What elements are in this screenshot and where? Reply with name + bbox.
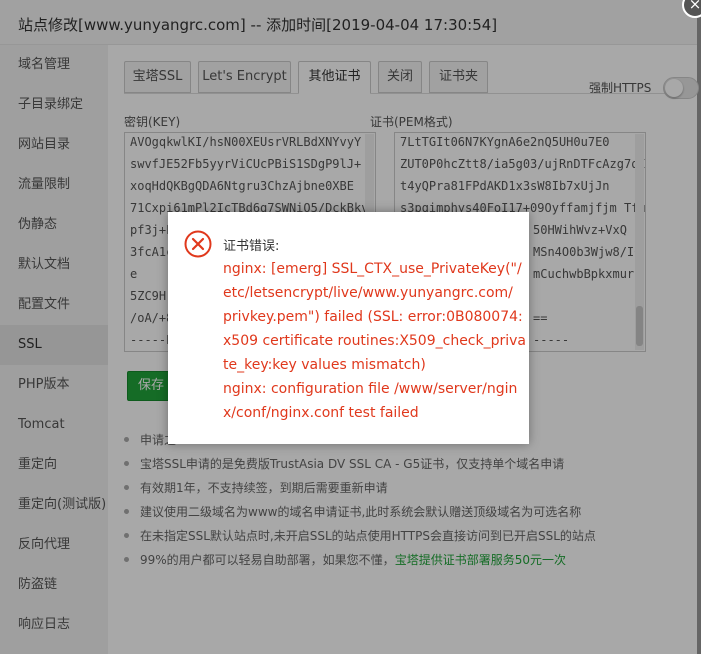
dialog-title: 证书错误: <box>223 239 280 254</box>
certificate-error-dialog: 证书错误: nginx: [emerg] SSL_CTX_use_Private… <box>168 212 529 444</box>
error-message-line: nginx: configuration file /www/server/ng… <box>223 381 518 397</box>
error-message-line: privkey.pem") failed (SSL: error:0B08007… <box>223 309 523 325</box>
error-circle-x-icon <box>184 230 212 258</box>
error-message-line: te_key:key values mismatch) <box>223 357 426 373</box>
error-message-line: x509 certificate routines:X509_check_pri… <box>223 333 527 349</box>
error-message-line: x/conf/nginx.conf test failed <box>223 405 419 421</box>
error-message-line: nginx: [emerg] SSL_CTX_use_PrivateKey("/ <box>223 261 522 277</box>
error-message-line: etc/letsencrypt/live/www.yunyangrc.com/ <box>223 285 513 301</box>
